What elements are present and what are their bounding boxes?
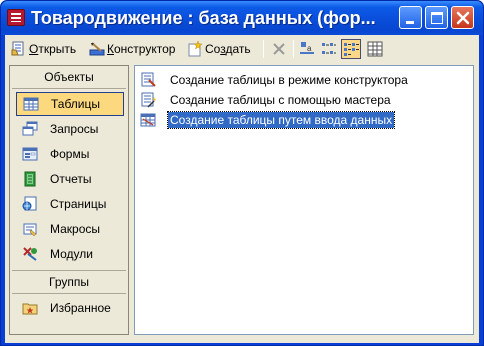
- groups-header[interactable]: Группы: [10, 272, 128, 292]
- design-button[interactable]: Конструктор: [89, 39, 175, 59]
- list-item[interactable]: Создание таблицы с помощью мастера: [140, 91, 393, 109]
- table-icon: [23, 96, 39, 112]
- details-view-icon: [367, 41, 383, 57]
- list-item-label: Создание таблицы путем ввода данных: [166, 111, 396, 129]
- sidebar-item-forms[interactable]: Формы: [16, 142, 124, 166]
- sidebar-item-label: Формы: [50, 147, 90, 161]
- list-view-icon: [344, 43, 359, 56]
- query-icon: [22, 121, 38, 137]
- list-view-button[interactable]: [341, 39, 361, 59]
- access-app-icon[interactable]: [7, 9, 25, 26]
- window-client-area: Открыть Конструктор Создать a Объекты Та…: [5, 35, 479, 343]
- list-item[interactable]: Создание таблицы путем ввода данных: [140, 111, 396, 129]
- create-button[interactable]: Создать: [187, 39, 251, 59]
- sidebar-item-pages[interactable]: Страницы: [16, 192, 124, 216]
- title-bar[interactable]: Товародвижение : база данных (фор...: [1, 1, 483, 35]
- sidebar-item-label: Отчеты: [50, 172, 92, 186]
- list-item[interactable]: Создание таблицы в режиме конструктора: [140, 71, 410, 89]
- design-label: Конструктор: [107, 42, 176, 56]
- open-icon: [11, 41, 27, 57]
- list-item-label: Создание таблицы с помощью мастера: [170, 93, 391, 107]
- create-label: Создать: [205, 42, 251, 56]
- datasheet-icon: [140, 112, 156, 128]
- small-icons-icon: [322, 43, 336, 54]
- sidebar-item-modules[interactable]: Модули: [16, 242, 124, 266]
- sidebar-item-tables[interactable]: Таблицы: [16, 92, 124, 116]
- maximize-icon: [431, 12, 443, 24]
- large-icons-icon: a: [300, 42, 314, 54]
- large-icons-button[interactable]: a: [297, 39, 317, 59]
- object-list[interactable]: Создание таблицы в режиме конструктора С…: [134, 65, 474, 335]
- report-icon: [22, 171, 38, 187]
- window-title: Товародвижение : база данных (фор...: [31, 8, 376, 28]
- minimize-icon: [406, 21, 414, 24]
- sidebar-item-label: Макросы: [50, 222, 101, 236]
- database-window: Товародвижение : база данных (фор... Отк…: [0, 0, 484, 346]
- form-icon: [22, 146, 38, 162]
- module-icon: [22, 246, 38, 262]
- svg-text:a: a: [307, 44, 312, 53]
- sidebar-item-macros[interactable]: Макросы: [16, 217, 124, 241]
- sidebar-item-queries[interactable]: Запросы: [16, 117, 124, 141]
- page-icon: [22, 196, 38, 212]
- macro-icon: [22, 221, 38, 237]
- design-wizard-icon: [140, 72, 156, 88]
- divider: [12, 88, 126, 89]
- toolbar-separator: [263, 40, 264, 58]
- details-view-button[interactable]: [365, 39, 385, 59]
- sidebar-item-label: Страницы: [50, 197, 107, 211]
- sidebar-item-favorites[interactable]: Избранное: [16, 296, 124, 320]
- favorites-icon: [22, 300, 38, 316]
- sidebar-item-label: Таблицы: [51, 97, 101, 111]
- maximize-button[interactable]: [425, 6, 448, 29]
- new-object-icon: [187, 40, 203, 57]
- list-item-label: Создание таблицы в режиме конструктора: [170, 73, 408, 87]
- sidebar-item-reports[interactable]: Отчеты: [16, 167, 124, 191]
- sidebar-item-label: Модули: [50, 247, 93, 261]
- delete-icon: [273, 43, 285, 55]
- database-toolbar: Открыть Конструктор Создать a: [5, 35, 479, 63]
- design-icon: [89, 41, 105, 57]
- close-button[interactable]: [451, 6, 474, 29]
- divider: [12, 293, 126, 294]
- open-label: Открыть: [29, 42, 77, 56]
- small-icons-button[interactable]: [319, 39, 339, 59]
- divider: [12, 270, 126, 271]
- toolbar-separator: [293, 40, 294, 58]
- sidebar-item-label: Запросы: [50, 122, 99, 136]
- objects-bar: Объекты Таблицы Запросы Формы Отчеты Стр…: [9, 65, 129, 335]
- open-button[interactable]: Открыть: [11, 39, 76, 59]
- sidebar-item-label: Избранное: [50, 301, 111, 315]
- minimize-button[interactable]: [399, 6, 422, 29]
- close-icon: [456, 11, 470, 25]
- delete-button[interactable]: [269, 39, 289, 59]
- wizard-icon: [140, 92, 156, 108]
- objects-header[interactable]: Объекты: [10, 67, 128, 87]
